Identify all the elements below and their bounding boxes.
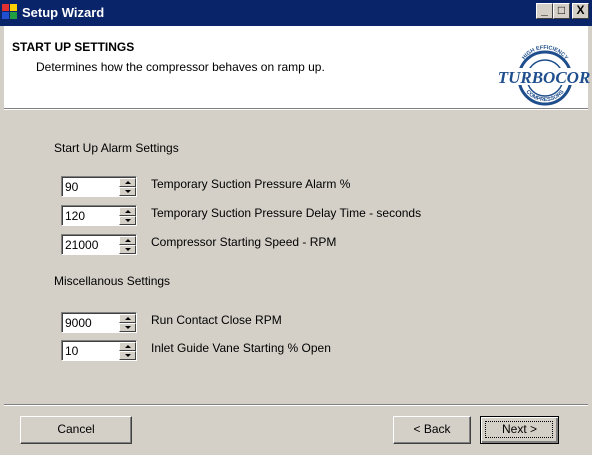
arrow-up-icon <box>125 239 131 242</box>
spin-down-button[interactable] <box>119 323 136 332</box>
spin-down-button[interactable] <box>119 187 136 196</box>
maximize-button[interactable]: □ <box>553 3 570 19</box>
setup-wizard-window: Setup Wizard _ □ X START UP SETTINGS Det… <box>0 0 592 455</box>
cancel-button[interactable]: Cancel <box>20 416 132 444</box>
close-button[interactable]: X <box>572 3 589 19</box>
spin-down-button[interactable] <box>119 245 136 254</box>
minimize-icon: _ <box>541 3 548 17</box>
page-subtitle: Determines how the compressor behaves on… <box>36 60 325 74</box>
arrow-up-icon <box>125 210 131 213</box>
igv-open-label: Inlet Guide Vane Starting % Open <box>151 341 331 355</box>
window-title: Setup Wizard <box>22 5 105 20</box>
suction-delay-input[interactable]: 120 <box>65 209 85 224</box>
app-icon <box>2 4 18 20</box>
turbocor-logo: HIGH EFFICIENCY COMPRESSORS TURBOCOR <box>498 45 590 106</box>
starting-speed-label: Compressor Starting Speed - RPM <box>151 235 337 249</box>
starting-speed-input[interactable]: 21000 <box>65 238 98 253</box>
page-title: START UP SETTINGS <box>12 40 135 54</box>
back-button[interactable]: < Back <box>393 416 471 444</box>
run-contact-label: Run Contact Close RPM <box>151 313 282 327</box>
spin-down-button[interactable] <box>119 351 136 360</box>
spin-up-button[interactable] <box>119 236 136 245</box>
maximize-icon: □ <box>557 3 566 17</box>
igv-open-spinner[interactable]: 10 <box>61 340 137 361</box>
title-bar[interactable]: Setup Wizard _ □ X <box>0 0 592 26</box>
arrow-up-icon <box>125 317 131 320</box>
suction-alarm-input[interactable]: 90 <box>65 180 78 195</box>
startup-alarm-section-label: Start Up Alarm Settings <box>54 141 179 155</box>
spin-up-button[interactable] <box>119 342 136 351</box>
starting-speed-spinner[interactable]: 21000 <box>61 234 137 255</box>
suction-delay-spinner[interactable]: 120 <box>61 205 137 226</box>
spin-up-button[interactable] <box>119 207 136 216</box>
arrow-up-icon <box>125 181 131 184</box>
run-contact-input[interactable]: 9000 <box>65 316 92 331</box>
spin-up-button[interactable] <box>119 314 136 323</box>
logo-text: TURBOCOR <box>498 68 590 87</box>
arrow-down-icon <box>125 354 131 357</box>
arrow-down-icon <box>125 326 131 329</box>
arrow-down-icon <box>125 190 131 193</box>
spin-down-button[interactable] <box>119 216 136 225</box>
cancel-button-label: Cancel <box>57 422 95 436</box>
suction-alarm-spinner[interactable]: 90 <box>61 176 137 197</box>
arrow-down-icon <box>125 219 131 222</box>
next-button[interactable]: Next > <box>480 416 559 444</box>
run-contact-spinner[interactable]: 9000 <box>61 312 137 333</box>
suction-delay-label: Temporary Suction Pressure Delay Time - … <box>151 206 422 220</box>
back-button-label: < Back <box>413 422 451 436</box>
suction-alarm-label: Temporary Suction Pressure Alarm % <box>151 177 351 191</box>
misc-section-label: Miscellanous Settings <box>54 274 171 288</box>
next-button-label: Next > <box>501 422 537 436</box>
arrow-up-icon <box>125 345 131 348</box>
igv-open-input[interactable]: 10 <box>65 344 78 359</box>
close-icon: X <box>576 3 585 17</box>
arrow-down-icon <box>125 248 131 251</box>
minimize-button[interactable]: _ <box>536 3 553 19</box>
wizard-header: START UP SETTINGS Determines how the com… <box>4 26 590 108</box>
spin-up-button[interactable] <box>119 178 136 187</box>
